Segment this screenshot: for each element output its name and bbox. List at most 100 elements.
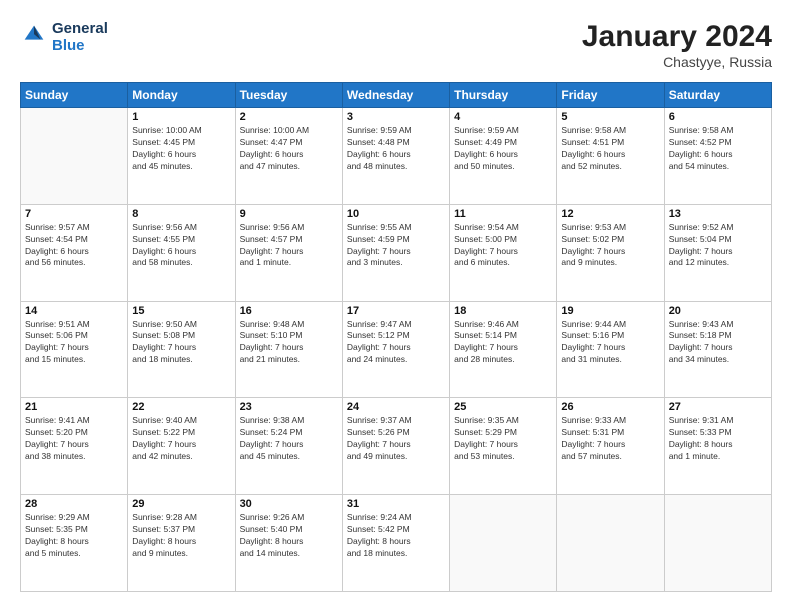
day-info: Sunrise: 9:54 AMSunset: 5:00 PMDaylight:… bbox=[454, 222, 552, 270]
calendar-title: January 2024 bbox=[582, 20, 772, 54]
week-row-0: 1Sunrise: 10:00 AMSunset: 4:45 PMDayligh… bbox=[21, 108, 772, 205]
week-row-1: 7 Sunrise: 9:57 AMSunset: 4:54 PMDaylight… bbox=[21, 204, 772, 301]
day-number: 19 bbox=[561, 305, 659, 317]
header-wednesday: Wednesday bbox=[342, 83, 449, 108]
day-cell-1-0: 7 Sunrise: 9:57 AMSunset: 4:54 PMDaylight… bbox=[21, 204, 128, 301]
day-number: 3 bbox=[347, 111, 445, 123]
day-info: Sunrise: 9:33 AMSunset: 5:31 PMDaylight:… bbox=[561, 415, 659, 463]
day-number: 30 bbox=[240, 498, 338, 510]
day-info: Sunrise: 9:43 AMSunset: 5:18 PMDaylight:… bbox=[669, 319, 767, 367]
day-cell-0-1: 1Sunrise: 10:00 AMSunset: 4:45 PMDayligh… bbox=[128, 108, 235, 205]
day-info: Sunrise: 9:44 AMSunset: 5:16 PMDaylight:… bbox=[561, 319, 659, 367]
day-info: Sunrise: 10:00 AMSunset: 4:47 PMDaylight… bbox=[240, 125, 338, 173]
day-number: 20 bbox=[669, 305, 767, 317]
day-cell-4-6 bbox=[664, 495, 771, 592]
day-info: Sunrise: 9:38 AMSunset: 5:24 PMDaylight:… bbox=[240, 415, 338, 463]
header: General Blue January 2024 Chastyye, Russ… bbox=[20, 20, 772, 70]
day-cell-2-1: 15 Sunrise: 9:50 AMSunset: 5:08 PMDayligh… bbox=[128, 301, 235, 398]
day-cell-3-3: 24 Sunrise: 9:37 AMSunset: 5:26 PMDayligh… bbox=[342, 398, 449, 495]
day-cell-0-3: 3Sunrise: 9:59 AMSunset: 4:48 PMDaylight… bbox=[342, 108, 449, 205]
day-info: Sunrise: 9:26 AMSunset: 5:40 PMDaylight:… bbox=[240, 512, 338, 560]
day-info: Sunrise: 9:50 AMSunset: 5:08 PMDaylight:… bbox=[132, 319, 230, 367]
day-cell-1-2: 9 Sunrise: 9:56 AMSunset: 4:57 PMDaylight… bbox=[235, 204, 342, 301]
day-number: 13 bbox=[669, 208, 767, 220]
day-info: Sunrise: 9:58 AMSunset: 4:51 PMDaylight:… bbox=[561, 125, 659, 173]
day-number: 4 bbox=[454, 111, 552, 123]
day-number: 24 bbox=[347, 401, 445, 413]
day-info: Sunrise: 9:35 AMSunset: 5:29 PMDaylight:… bbox=[454, 415, 552, 463]
day-number: 22 bbox=[132, 401, 230, 413]
header-saturday: Saturday bbox=[664, 83, 771, 108]
day-info: Sunrise: 9:24 AMSunset: 5:42 PMDaylight:… bbox=[347, 512, 445, 560]
day-cell-1-4: 11Sunrise: 9:54 AMSunset: 5:00 PMDayligh… bbox=[450, 204, 557, 301]
day-number: 7 bbox=[25, 208, 123, 220]
day-cell-2-3: 17 Sunrise: 9:47 AMSunset: 5:12 PMDayligh… bbox=[342, 301, 449, 398]
day-number: 12 bbox=[561, 208, 659, 220]
day-number: 25 bbox=[454, 401, 552, 413]
day-number: 5 bbox=[561, 111, 659, 123]
header-tuesday: Tuesday bbox=[235, 83, 342, 108]
day-info: Sunrise: 9:29 AMSunset: 5:35 PMDaylight:… bbox=[25, 512, 123, 560]
day-info: Sunrise: 9:46 AMSunset: 5:14 PMDaylight:… bbox=[454, 319, 552, 367]
day-cell-2-4: 18 Sunrise: 9:46 AMSunset: 5:14 PMDayligh… bbox=[450, 301, 557, 398]
day-cell-4-2: 30 Sunrise: 9:26 AMSunset: 5:40 PMDayligh… bbox=[235, 495, 342, 592]
day-info: Sunrise: 9:56 AMSunset: 4:57 PMDaylight:… bbox=[240, 222, 338, 270]
day-cell-4-5 bbox=[557, 495, 664, 592]
logo-text: General Blue bbox=[52, 20, 108, 54]
day-info: Sunrise: 9:53 AMSunset: 5:02 PMDaylight:… bbox=[561, 222, 659, 270]
day-cell-0-4: 4 Sunrise: 9:59 AMSunset: 4:49 PMDaylight… bbox=[450, 108, 557, 205]
day-number: 15 bbox=[132, 305, 230, 317]
day-cell-2-2: 16 Sunrise: 9:48 AMSunset: 5:10 PMDayligh… bbox=[235, 301, 342, 398]
day-info: Sunrise: 9:48 AMSunset: 5:10 PMDaylight:… bbox=[240, 319, 338, 367]
header-friday: Friday bbox=[557, 83, 664, 108]
day-info: Sunrise: 9:41 AMSunset: 5:20 PMDaylight:… bbox=[25, 415, 123, 463]
calendar-header-row: Sunday Monday Tuesday Wednesday Thursday… bbox=[21, 83, 772, 108]
day-info: Sunrise: 9:58 AMSunset: 4:52 PMDaylight:… bbox=[669, 125, 767, 173]
day-cell-3-1: 22Sunrise: 9:40 AMSunset: 5:22 PMDayligh… bbox=[128, 398, 235, 495]
day-cell-4-0: 28Sunrise: 9:29 AMSunset: 5:35 PMDayligh… bbox=[21, 495, 128, 592]
day-number: 29 bbox=[132, 498, 230, 510]
day-cell-3-5: 26 Sunrise: 9:33 AMSunset: 5:31 PMDayligh… bbox=[557, 398, 664, 495]
day-cell-3-6: 27 Sunrise: 9:31 AMSunset: 5:33 PMDayligh… bbox=[664, 398, 771, 495]
day-info: Sunrise: 9:31 AMSunset: 5:33 PMDaylight:… bbox=[669, 415, 767, 463]
day-number: 26 bbox=[561, 401, 659, 413]
day-cell-1-1: 8Sunrise: 9:56 AMSunset: 4:55 PMDaylight… bbox=[128, 204, 235, 301]
day-number: 2 bbox=[240, 111, 338, 123]
day-cell-0-5: 5 Sunrise: 9:58 AMSunset: 4:51 PMDaylight… bbox=[557, 108, 664, 205]
day-number: 23 bbox=[240, 401, 338, 413]
day-number: 18 bbox=[454, 305, 552, 317]
header-thursday: Thursday bbox=[450, 83, 557, 108]
calendar-subtitle: Chastyye, Russia bbox=[582, 54, 772, 70]
day-info: Sunrise: 9:47 AMSunset: 5:12 PMDaylight:… bbox=[347, 319, 445, 367]
day-info: Sunrise: 9:59 AMSunset: 4:49 PMDaylight:… bbox=[454, 125, 552, 173]
day-cell-0-0 bbox=[21, 108, 128, 205]
day-info: Sunrise: 9:37 AMSunset: 5:26 PMDaylight:… bbox=[347, 415, 445, 463]
day-number: 31 bbox=[347, 498, 445, 510]
calendar-table: Sunday Monday Tuesday Wednesday Thursday… bbox=[20, 82, 772, 592]
day-cell-3-4: 25 Sunrise: 9:35 AMSunset: 5:29 PMDayligh… bbox=[450, 398, 557, 495]
day-info: Sunrise: 9:28 AMSunset: 5:37 PMDaylight:… bbox=[132, 512, 230, 560]
day-cell-3-0: 21Sunrise: 9:41 AMSunset: 5:20 PMDayligh… bbox=[21, 398, 128, 495]
header-monday: Monday bbox=[128, 83, 235, 108]
day-cell-0-6: 6 Sunrise: 9:58 AMSunset: 4:52 PMDaylight… bbox=[664, 108, 771, 205]
day-number: 16 bbox=[240, 305, 338, 317]
day-number: 6 bbox=[669, 111, 767, 123]
week-row-2: 14 Sunrise: 9:51 AMSunset: 5:06 PMDayligh… bbox=[21, 301, 772, 398]
day-number: 17 bbox=[347, 305, 445, 317]
day-cell-1-5: 12 Sunrise: 9:53 AMSunset: 5:02 PMDayligh… bbox=[557, 204, 664, 301]
day-info: Sunrise: 9:57 AMSunset: 4:54 PMDaylight:… bbox=[25, 222, 123, 270]
day-info: Sunrise: 9:56 AMSunset: 4:55 PMDaylight:… bbox=[132, 222, 230, 270]
week-row-4: 28Sunrise: 9:29 AMSunset: 5:35 PMDayligh… bbox=[21, 495, 772, 592]
day-cell-1-6: 13Sunrise: 9:52 AMSunset: 5:04 PMDayligh… bbox=[664, 204, 771, 301]
day-cell-3-2: 23 Sunrise: 9:38 AMSunset: 5:24 PMDayligh… bbox=[235, 398, 342, 495]
logo-icon bbox=[20, 21, 48, 49]
day-info: Sunrise: 9:51 AMSunset: 5:06 PMDaylight:… bbox=[25, 319, 123, 367]
day-info: Sunrise: 9:55 AMSunset: 4:59 PMDaylight:… bbox=[347, 222, 445, 270]
day-cell-2-6: 20 Sunrise: 9:43 AMSunset: 5:18 PMDayligh… bbox=[664, 301, 771, 398]
day-cell-4-4 bbox=[450, 495, 557, 592]
day-cell-2-5: 19 Sunrise: 9:44 AMSunset: 5:16 PMDayligh… bbox=[557, 301, 664, 398]
day-number: 27 bbox=[669, 401, 767, 413]
day-cell-1-3: 10Sunrise: 9:55 AMSunset: 4:59 PMDayligh… bbox=[342, 204, 449, 301]
day-number: 14 bbox=[25, 305, 123, 317]
day-number: 9 bbox=[240, 208, 338, 220]
